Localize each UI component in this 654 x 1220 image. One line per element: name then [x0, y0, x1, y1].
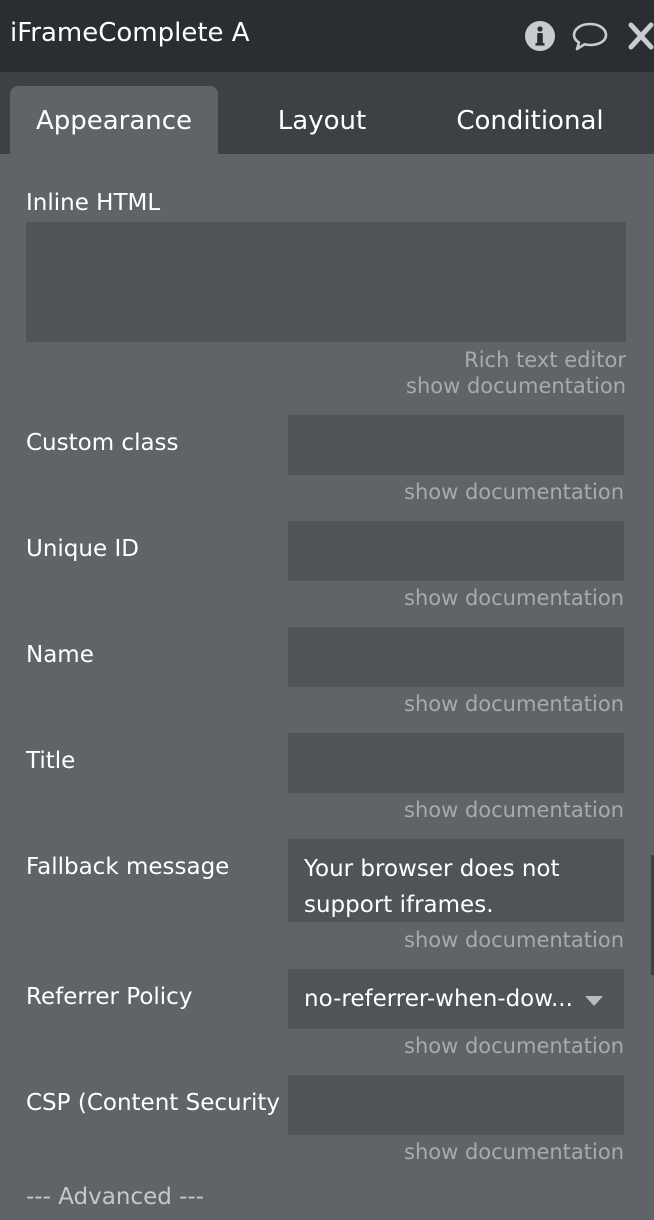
custom-class-label: Custom class — [26, 430, 179, 456]
appearance-panel: Inline HTML Rich text editor show docume… — [0, 154, 654, 1220]
tab-bar: Appearance Layout Conditional — [0, 72, 654, 154]
csp-label: CSP (Content Security — [26, 1090, 281, 1116]
chevron-down-icon — [585, 996, 603, 1006]
tab-appearance[interactable]: Appearance — [10, 86, 218, 154]
csp-doc-link[interactable]: show documentation — [404, 1140, 624, 1164]
unique-id-input[interactable] — [288, 521, 624, 581]
csp-input[interactable] — [288, 1075, 624, 1135]
referrer-policy-label: Referrer Policy — [26, 984, 193, 1010]
inline-html-input[interactable] — [26, 222, 626, 342]
close-icon[interactable] — [626, 20, 654, 52]
property-editor-header: iFrameComplete A — [0, 0, 654, 72]
fallback-message-input[interactable]: Your browser does not support iframes. — [288, 839, 624, 922]
title-doc-link[interactable]: show documentation — [404, 798, 624, 822]
comment-icon[interactable] — [571, 20, 609, 52]
name-label: Name — [26, 642, 94, 668]
fallback-message-label: Fallback message — [26, 854, 230, 880]
name-input[interactable] — [288, 627, 624, 687]
inline-html-doc-link[interactable]: show documentation — [406, 374, 626, 398]
info-icon[interactable] — [524, 20, 556, 52]
custom-class-input[interactable] — [288, 415, 624, 475]
title-input[interactable] — [288, 733, 624, 793]
tab-conditional[interactable]: Conditional — [426, 86, 634, 154]
fallback-message-doc-link[interactable]: show documentation — [404, 928, 624, 952]
advanced-section-label[interactable]: --- Advanced --- — [26, 1184, 204, 1210]
tab-layout[interactable]: Layout — [218, 86, 426, 154]
inline-html-label: Inline HTML — [26, 190, 161, 216]
unique-id-doc-link[interactable]: show documentation — [404, 586, 624, 610]
rich-text-editor-link[interactable]: Rich text editor — [464, 348, 626, 372]
referrer-policy-select[interactable]: no-referrer-when-dow... — [288, 969, 624, 1029]
referrer-policy-doc-link[interactable]: show documentation — [404, 1034, 624, 1058]
referrer-policy-value: no-referrer-when-dow... — [304, 986, 573, 1012]
title-label: Title — [26, 748, 76, 774]
element-title[interactable]: iFrameComplete A — [10, 18, 250, 48]
custom-class-doc-link[interactable]: show documentation — [404, 480, 624, 504]
name-doc-link[interactable]: show documentation — [404, 692, 624, 716]
unique-id-label: Unique ID — [26, 536, 139, 562]
